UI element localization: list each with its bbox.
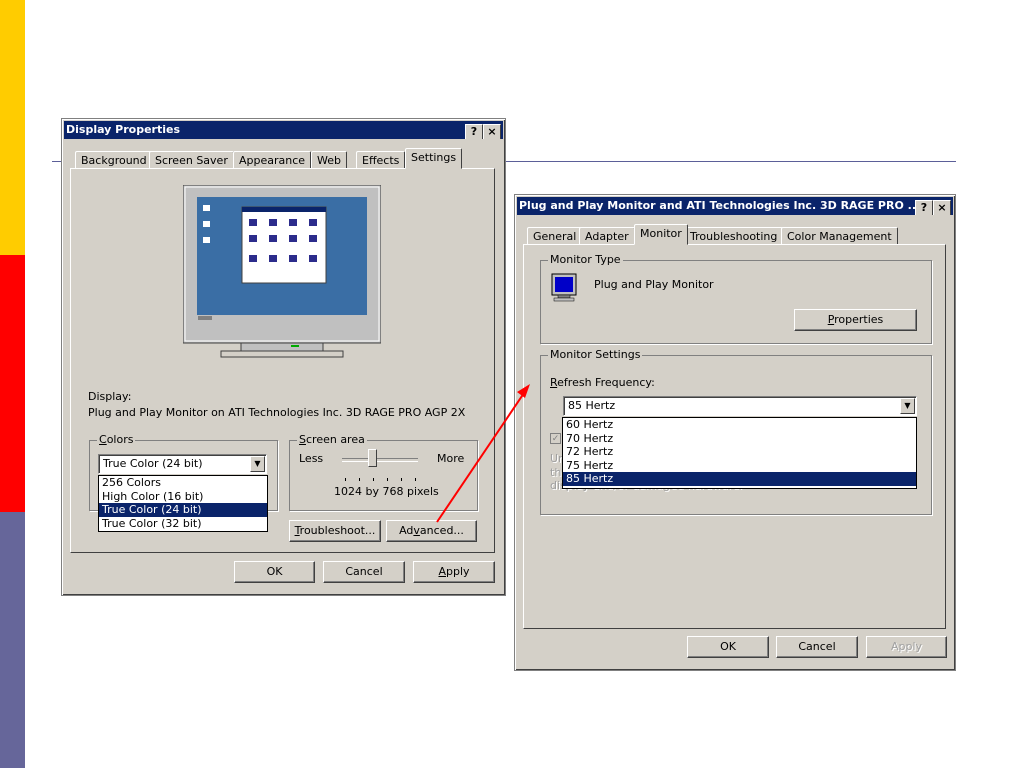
annotation-arrow <box>436 384 530 523</box>
tab-monitor[interactable]: Monitor <box>634 224 688 245</box>
tab-settings[interactable]: Settings <box>405 148 463 169</box>
